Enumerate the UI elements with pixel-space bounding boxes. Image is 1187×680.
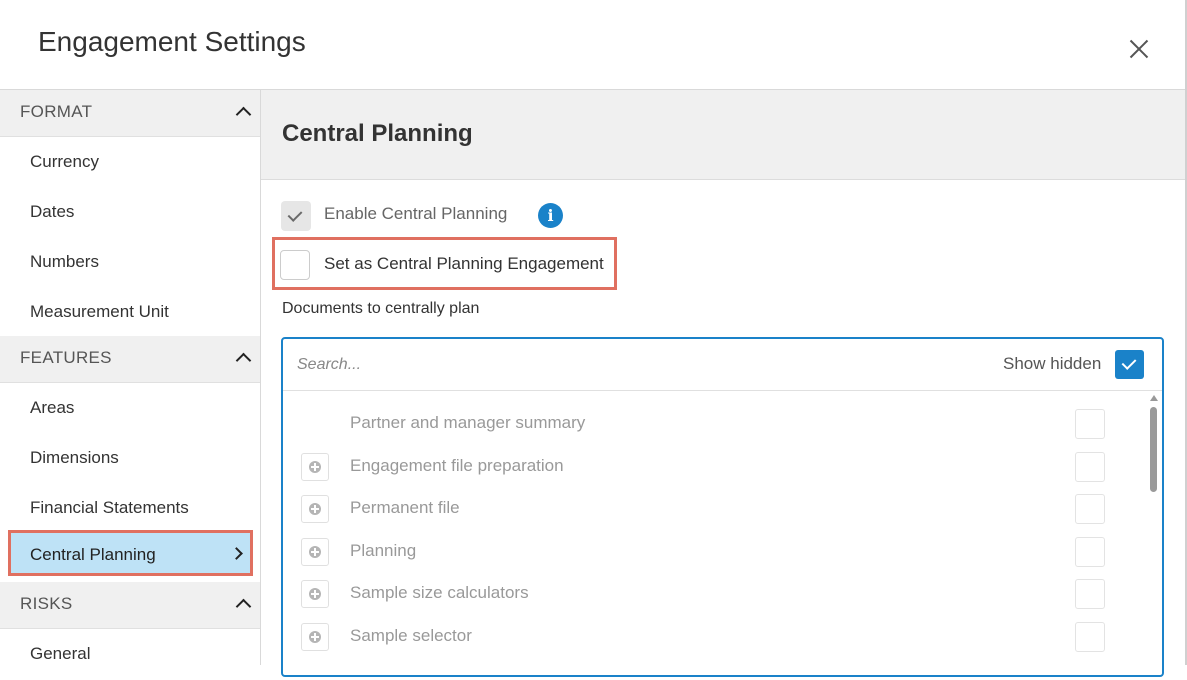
sidebar-item-label: Dimensions [30, 448, 119, 467]
sidebar-item-currency[interactable]: Currency [0, 137, 260, 187]
documents-panel: Show hidden Partner and manager summary … [281, 337, 1164, 677]
expand-plus-icon[interactable] [301, 495, 329, 523]
page-title: Central Planning [282, 120, 473, 147]
document-name: Permanent file [350, 498, 460, 517]
sidebar-item-label: General [30, 644, 91, 663]
sidebar-item-label: Financial Statements [30, 498, 189, 517]
section-header-features[interactable]: FEATURES [0, 336, 260, 383]
content-header: Central Planning [261, 90, 1185, 180]
document-checkbox[interactable] [1075, 494, 1105, 524]
document-name: Sample selector [350, 626, 472, 645]
show-hidden-checkbox[interactable] [1115, 350, 1144, 379]
document-name: Planning [350, 541, 417, 560]
search-row: Show hidden [283, 339, 1162, 391]
sidebar-item-numbers[interactable]: Numbers [0, 237, 260, 287]
list-item: Sample size calculators [283, 574, 1143, 616]
close-icon[interactable] [1124, 34, 1154, 64]
sidebar-item-financial-statements[interactable]: Financial Statements [0, 483, 260, 533]
documents-label: Documents to centrally plan [282, 300, 480, 317]
section-title: RISKS [20, 594, 73, 613]
show-hidden-label: Show hidden [1003, 354, 1102, 373]
sidebar-item-measurement-unit[interactable]: Measurement Unit [0, 287, 260, 337]
document-checkbox[interactable] [1075, 537, 1105, 567]
document-name: Partner and manager summary [350, 413, 586, 432]
list-item: Partner and manager summary [283, 404, 1143, 446]
settings-sidebar: FORMAT Currency Dates Numbers Measuremen… [0, 90, 261, 665]
list-item: Planning [283, 532, 1143, 574]
document-checkbox[interactable] [1075, 579, 1105, 609]
chevron-right-icon [230, 547, 243, 560]
sidebar-item-label: Numbers [30, 252, 99, 271]
settings-content: Central Planning Enable Central Planning… [261, 90, 1185, 677]
list-item: Permanent file [283, 489, 1143, 531]
expand-plus-icon[interactable] [301, 623, 329, 651]
info-icon[interactable]: i [538, 203, 563, 228]
expand-plus-icon[interactable] [301, 538, 329, 566]
chevron-up-icon [235, 106, 252, 123]
list-item: Engagement file preparation [283, 447, 1143, 489]
section-header-format[interactable]: FORMAT [0, 90, 260, 137]
document-checkbox[interactable] [1075, 452, 1105, 482]
scroll-up-arrow-icon[interactable] [1150, 395, 1158, 401]
sidebar-item-label: Dates [30, 202, 75, 221]
search-input[interactable] [295, 351, 899, 379]
chevron-up-icon [235, 352, 252, 369]
sidebar-item-label: Central Planning [30, 545, 156, 564]
engagement-settings-dialog: Engagement Settings FORMAT Currency Date… [0, 0, 1187, 677]
scrollbar[interactable] [1149, 395, 1159, 680]
sidebar-item-dates[interactable]: Dates [0, 187, 260, 237]
document-checkbox[interactable] [1075, 409, 1105, 439]
document-checkbox[interactable] [1075, 622, 1105, 652]
section-title: FORMAT [20, 102, 93, 121]
sidebar-item-central-planning[interactable]: Central Planning [8, 530, 253, 576]
section-header-risks[interactable]: RISKS [0, 582, 260, 629]
section-title: FEATURES [20, 348, 112, 367]
dialog-header: Engagement Settings [0, 0, 1185, 90]
sidebar-item-label: Areas [30, 398, 75, 417]
sidebar-item-areas[interactable]: Areas [0, 383, 260, 433]
enable-central-planning-label: Enable Central Planning [324, 204, 508, 223]
sidebar-item-dimensions[interactable]: Dimensions [0, 433, 260, 483]
set-central-planning-engagement-checkbox[interactable] [280, 250, 310, 280]
dialog-title: Engagement Settings [38, 26, 306, 57]
expand-plus-icon[interactable] [301, 580, 329, 608]
expand-plus-icon[interactable] [301, 453, 329, 481]
enable-central-planning-checkbox[interactable] [281, 201, 311, 231]
sidebar-item-general[interactable]: General [0, 629, 260, 679]
document-name: Sample size calculators [350, 583, 529, 602]
sidebar-item-label: Currency [30, 152, 99, 171]
document-name: Engagement file preparation [350, 456, 564, 475]
sidebar-item-label: Measurement Unit [30, 302, 169, 321]
chevron-up-icon [235, 598, 252, 615]
set-central-planning-engagement-label: Set as Central Planning Engagement [324, 254, 604, 273]
scroll-thumb[interactable] [1150, 407, 1157, 492]
list-item: Sample selector [283, 617, 1143, 659]
